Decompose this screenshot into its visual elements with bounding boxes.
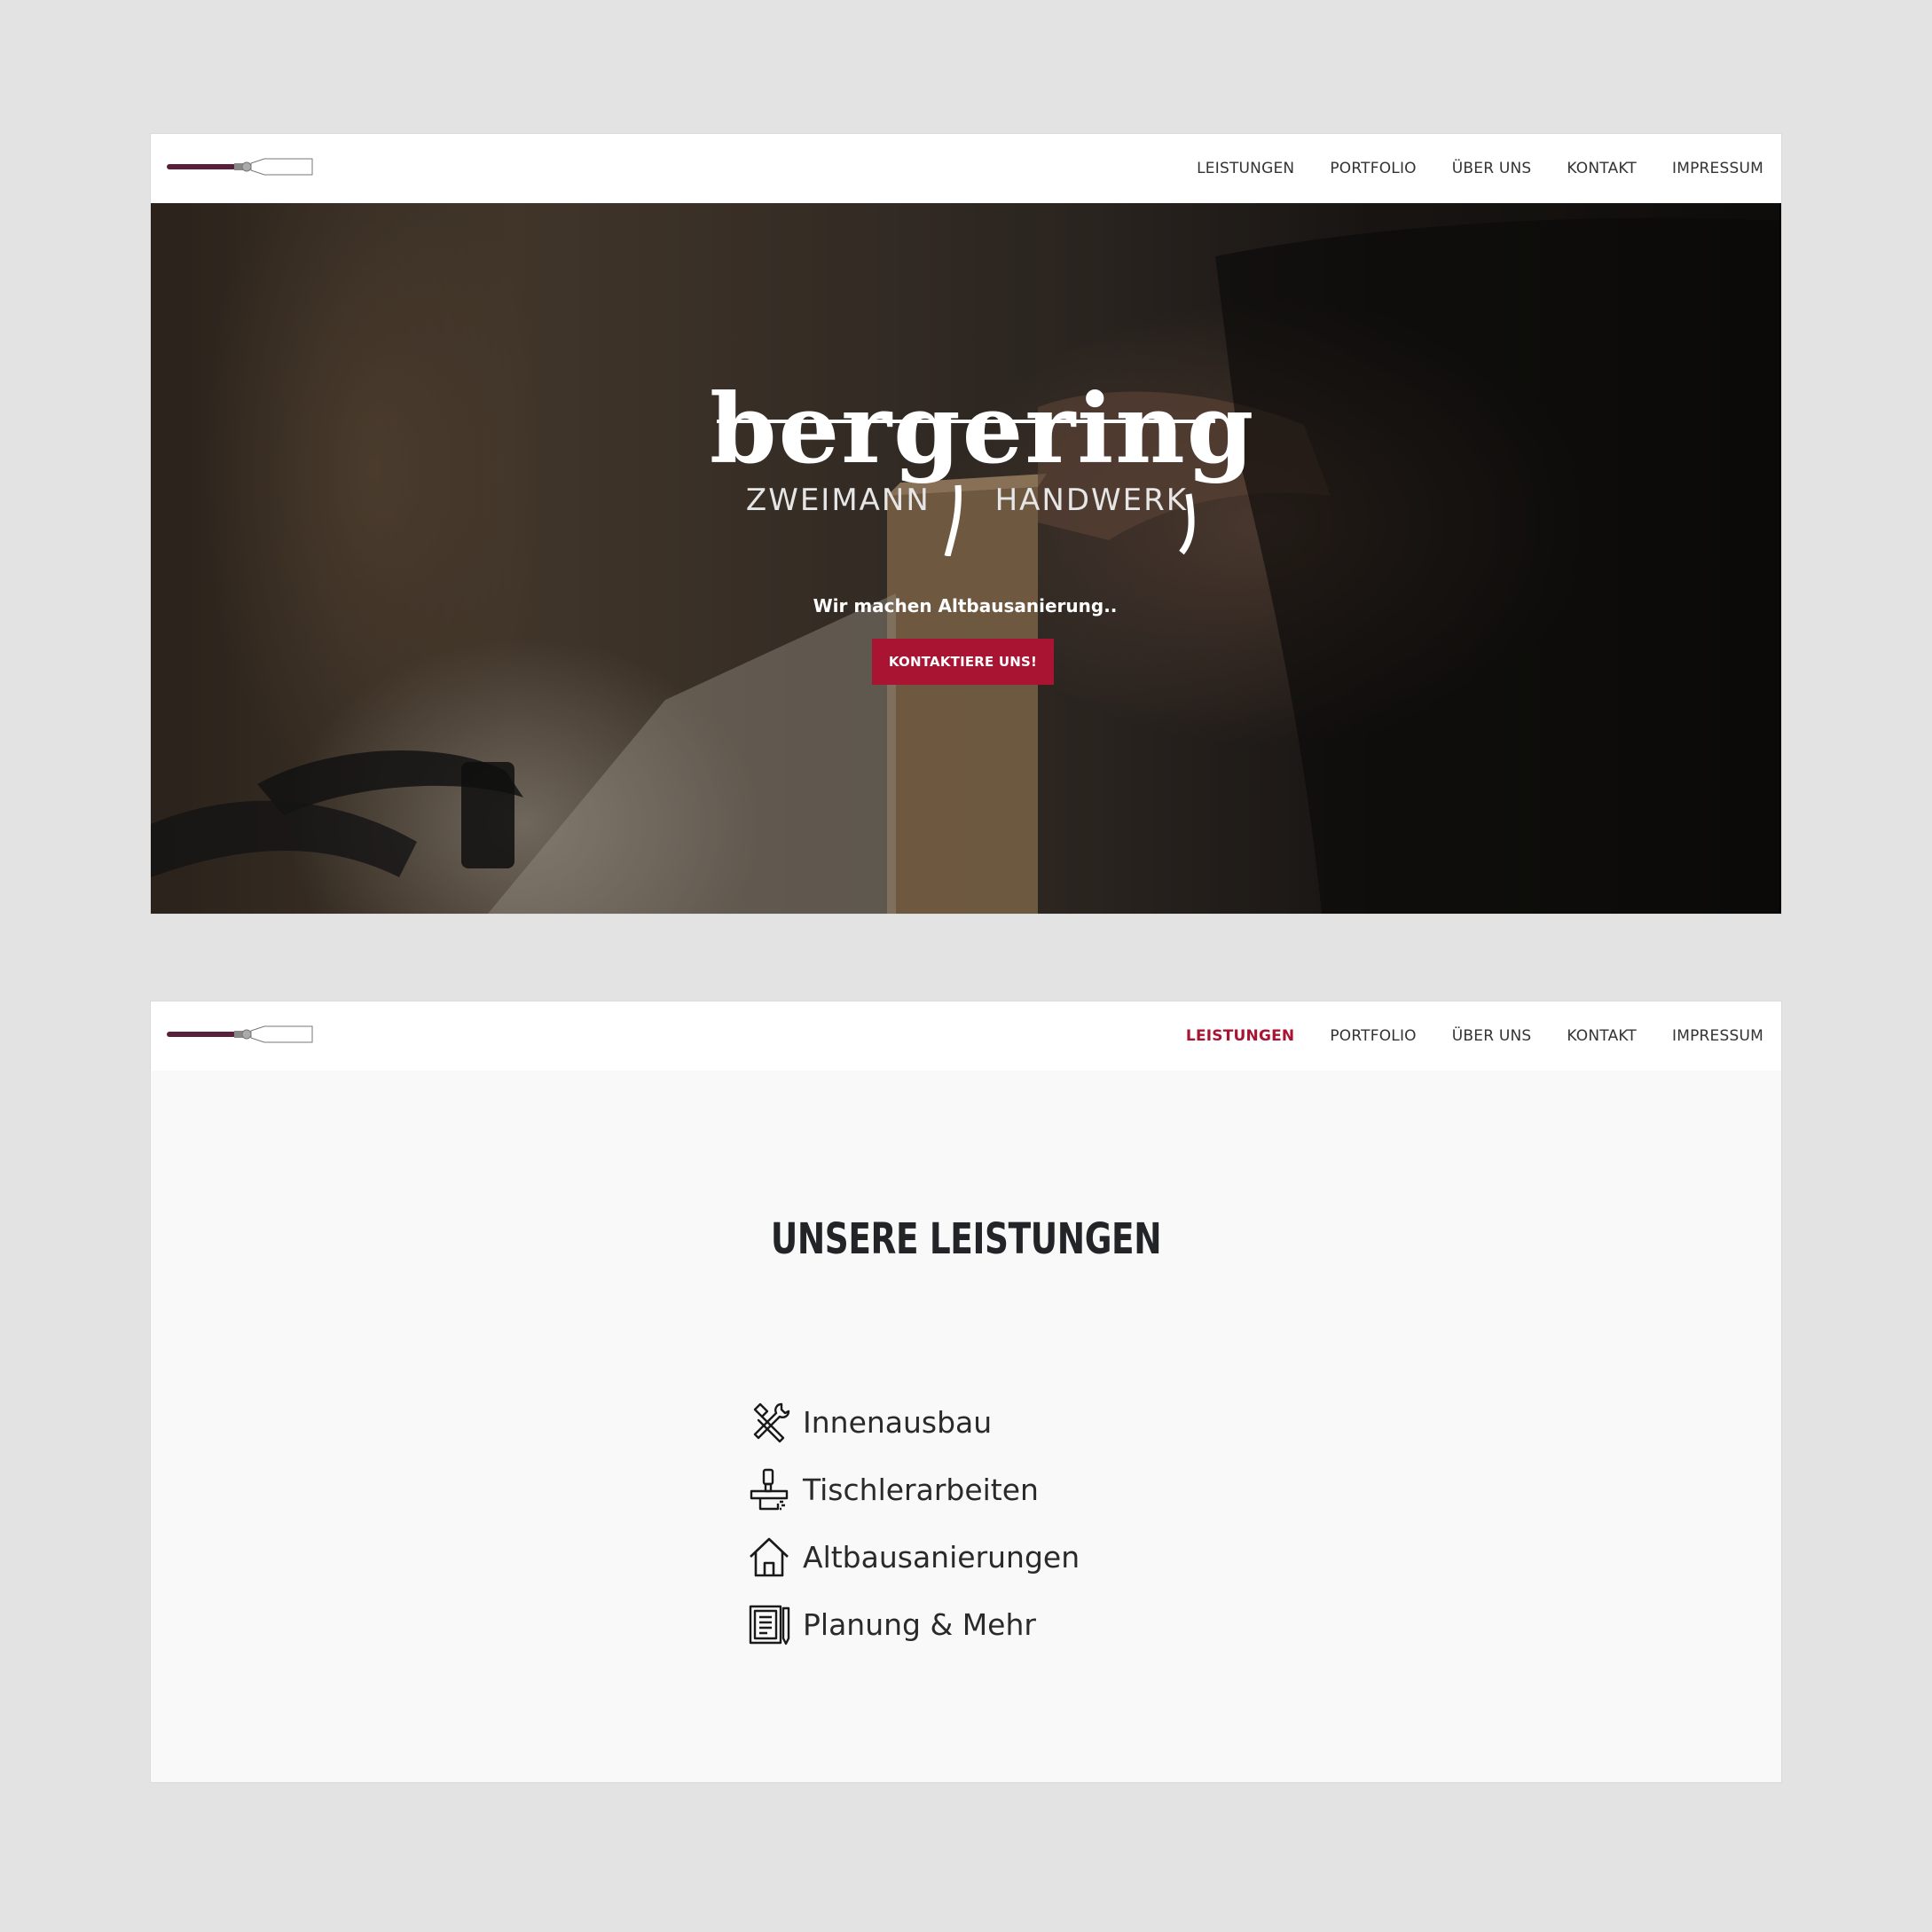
brand-sub-right: HANDWERK xyxy=(994,483,1189,518)
brand-subtitle: ZWEIMANN HANDWERK xyxy=(710,483,1224,518)
nav-link-portfolio[interactable]: PORTFOLIO xyxy=(1330,160,1416,177)
hero-section: bergering ZWEIMANN HANDWERK Wir machen A… xyxy=(151,203,1779,914)
chisel-logo-icon[interactable] xyxy=(165,153,314,180)
brand-logo: bergering ZWEIMANN HANDWERK xyxy=(710,363,1256,556)
service-label: Altbausanierungen xyxy=(803,1539,1080,1575)
service-item-innenausbau: Innenausbau xyxy=(748,1388,1080,1456)
nav-link-leistungen[interactable]: LEISTUNGEN xyxy=(1186,1027,1294,1045)
hero-overlay xyxy=(151,203,1779,914)
contact-cta-button[interactable]: KONTAKTIERE UNS! xyxy=(872,639,1054,685)
brand-sub-left: ZWEIMANN xyxy=(745,483,931,518)
nav-link-impressum[interactable]: IMPRESSUM xyxy=(1672,160,1763,177)
nav-link-portfolio[interactable]: PORTFOLIO xyxy=(1330,1027,1416,1045)
chisel-logo-icon[interactable] xyxy=(165,1021,314,1048)
brand-name: bergering xyxy=(710,373,1256,485)
service-label: Planung & Mehr xyxy=(803,1606,1036,1642)
screenshot-services: LEISTUNGEN PORTFOLIO ÜBER UNS KONTAKT IM… xyxy=(151,1001,1781,1782)
service-label: Innenausbau xyxy=(803,1404,993,1440)
services-list: Innenausbau Tischlerarbeiten Altbausanie… xyxy=(748,1388,1080,1658)
nav-link-ueber-uns[interactable]: ÜBER UNS xyxy=(1452,1027,1532,1045)
navbar: LEISTUNGEN PORTFOLIO ÜBER UNS KONTAKT IM… xyxy=(151,1001,1781,1071)
tools-icon xyxy=(753,1402,790,1443)
service-item-planung: Planung & Mehr xyxy=(748,1590,1080,1658)
main-nav: LEISTUNGEN PORTFOLIO ÜBER UNS KONTAKT IM… xyxy=(1186,1001,1763,1071)
nav-link-kontakt[interactable]: KONTAKT xyxy=(1567,160,1637,177)
service-item-altbausanierungen: Altbausanierungen xyxy=(748,1523,1080,1590)
section-title: UNSERE LEISTUNGEN xyxy=(770,1213,1162,1264)
navbar: LEISTUNGEN PORTFOLIO ÜBER UNS KONTAKT IM… xyxy=(151,134,1781,203)
nav-link-kontakt[interactable]: KONTAKT xyxy=(1567,1027,1637,1045)
nav-link-impressum[interactable]: IMPRESSUM xyxy=(1672,1027,1763,1045)
service-label: Tischlerarbeiten xyxy=(803,1472,1039,1507)
carpentry-icon xyxy=(750,1468,789,1511)
blueprint-icon xyxy=(749,1605,790,1645)
nav-link-leistungen[interactable]: LEISTUNGEN xyxy=(1197,160,1294,177)
house-icon xyxy=(750,1537,789,1577)
nav-link-ueber-uns[interactable]: ÜBER UNS xyxy=(1452,160,1532,177)
service-item-tischlerarbeiten: Tischlerarbeiten xyxy=(748,1456,1080,1523)
hero-tagline: Wir machen Altbausanierung.. xyxy=(813,595,1118,617)
main-nav: LEISTUNGEN PORTFOLIO ÜBER UNS KONTAKT IM… xyxy=(1197,134,1763,203)
screenshot-hero: LEISTUNGEN PORTFOLIO ÜBER UNS KONTAKT IM… xyxy=(151,134,1781,914)
